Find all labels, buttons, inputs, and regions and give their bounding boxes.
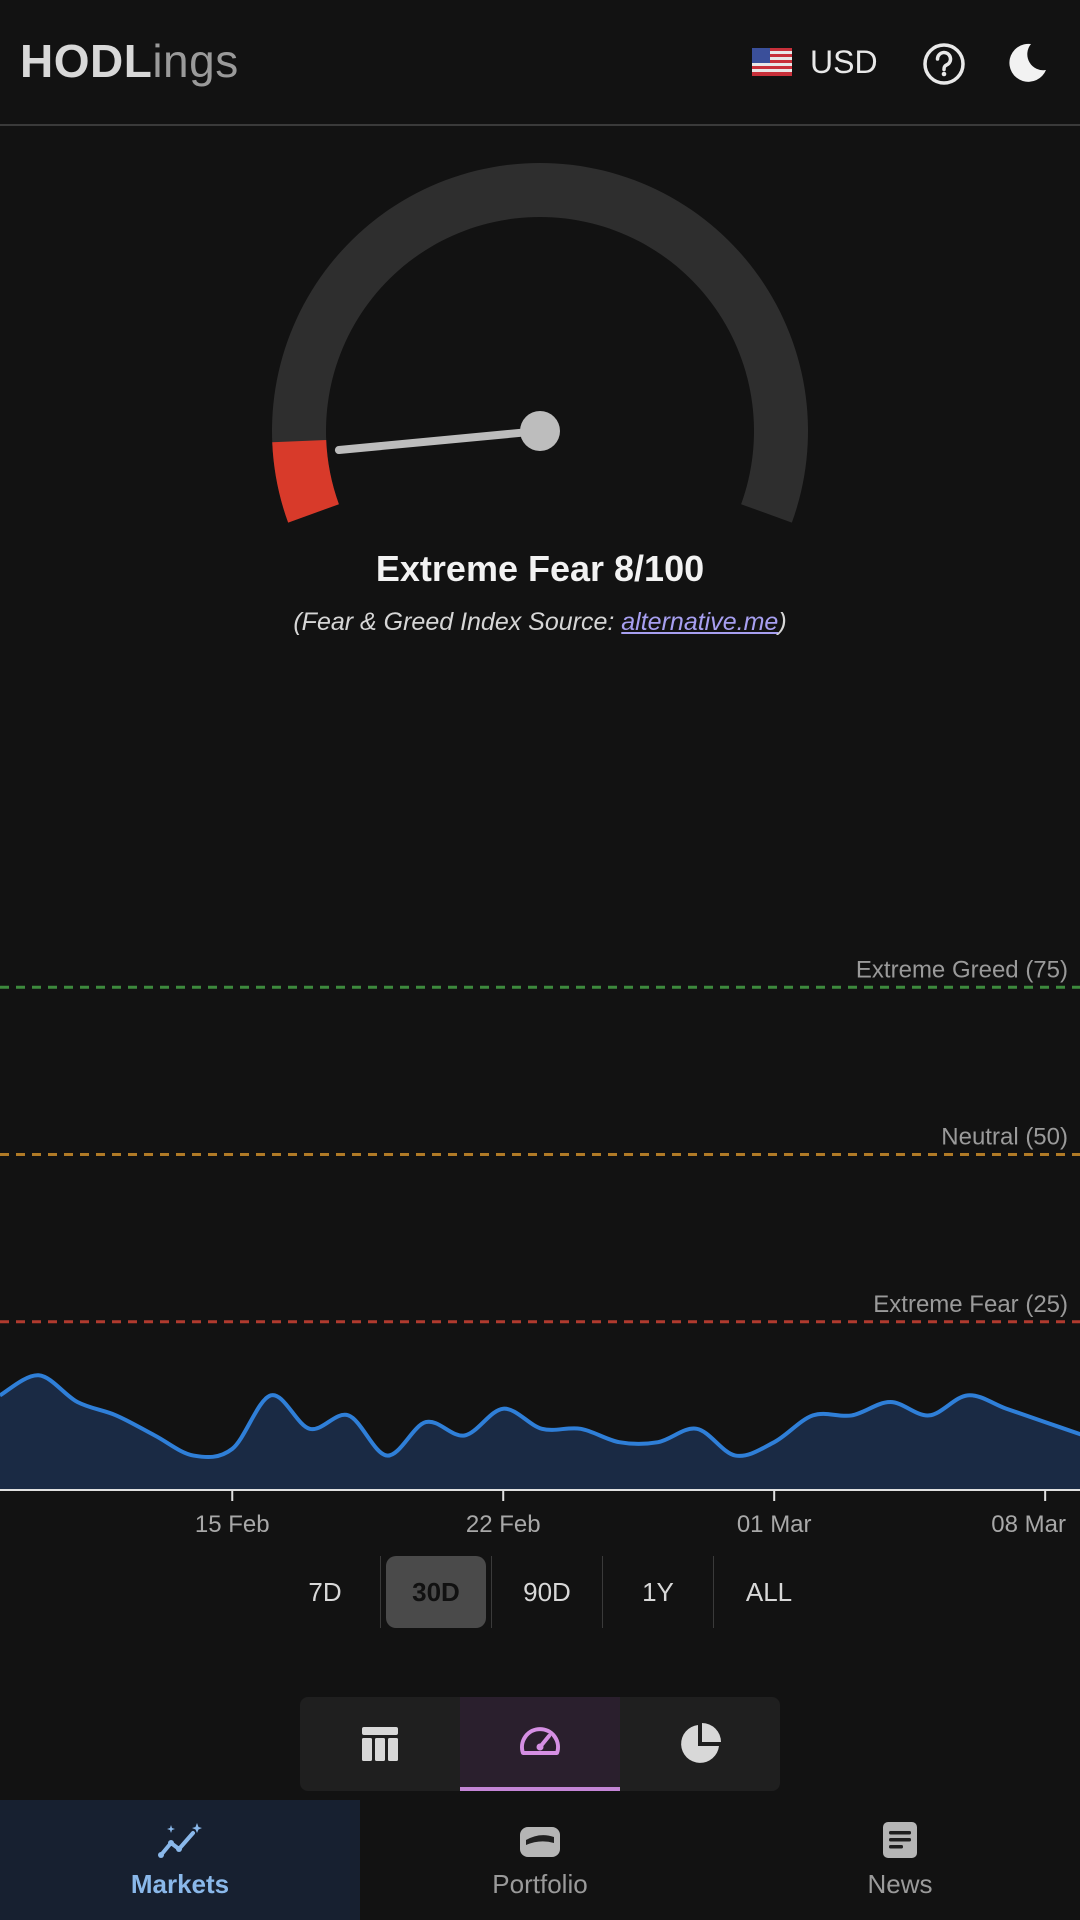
reference-label-0: Extreme Greed (75) <box>856 956 1068 983</box>
gauge-fill <box>272 439 339 523</box>
series-area <box>0 1375 1080 1489</box>
range-button-7d[interactable]: 7D <box>270 1556 380 1628</box>
fear-greed-history-chart: Extreme Greed (75) Neutral (50) Extreme Fe… <box>0 956 1080 1538</box>
pie-chart-icon <box>681 1723 721 1763</box>
app-header: HODLings USD <box>0 0 1080 126</box>
nav-item-news[interactable]: News <box>720 1800 1080 1920</box>
gauge-hub <box>520 411 560 451</box>
source-link[interactable]: alternative.me <box>621 608 778 636</box>
view-button-gauge[interactable] <box>460 1697 620 1791</box>
view-button-table[interactable] <box>300 1697 460 1791</box>
gauge-source: (Fear & Greed Index Source: alternative.… <box>0 608 1080 637</box>
reference-label-1: Neutral (50) <box>941 1124 1068 1151</box>
us-flag-icon <box>752 48 792 76</box>
currency-code: USD <box>810 43 878 80</box>
range-button-all[interactable]: ALL <box>714 1556 824 1628</box>
nav-label-markets: Markets <box>130 1868 230 1899</box>
markets-chart-icon <box>158 1822 202 1858</box>
logo-bold: HODL <box>20 35 153 87</box>
source-suffix: ) <box>778 608 787 636</box>
nav-label-news: News <box>867 1868 933 1899</box>
bottom-navigation: Markets Portfolio News <box>0 1800 1080 1920</box>
x-tick-label-1: 22 Feb <box>466 1511 541 1538</box>
wallet-icon <box>520 1826 560 1857</box>
x-tick-label-0: 15 Feb <box>195 1511 270 1538</box>
gauge-track <box>272 162 809 523</box>
app-logo[interactable]: HODLings <box>20 34 239 88</box>
x-tick-label-2: 01 Mar <box>737 1511 812 1538</box>
x-tick-label-3: 08 Mar <box>991 1511 1066 1538</box>
logo-light: ings <box>152 35 239 87</box>
moon-icon[interactable] <box>1004 40 1050 86</box>
fear-greed-gauge <box>272 162 809 523</box>
source-prefix: (Fear & Greed Index Source: <box>293 608 622 636</box>
reference-label-2: Extreme Fear (25) <box>873 1291 1068 1318</box>
range-button-1y[interactable]: 1Y <box>603 1556 713 1628</box>
view-button-pie[interactable] <box>620 1697 780 1791</box>
view-switch <box>300 1697 780 1791</box>
range-button-30d[interactable]: 30D <box>386 1556 486 1628</box>
range-selector: 7D 30D 90D 1Y ALL <box>270 1556 824 1628</box>
gauge-icon <box>520 1727 560 1755</box>
nav-item-markets[interactable]: Markets <box>0 1800 360 1920</box>
currency-selector[interactable]: USD <box>752 40 878 84</box>
range-button-90d[interactable]: 90D <box>492 1556 602 1628</box>
gauge-label: Extreme Fear 8/100 <box>375 548 705 589</box>
nav-item-portfolio[interactable]: Portfolio <box>360 1800 720 1920</box>
gauge-needle <box>334 427 544 455</box>
range-divider <box>380 1556 381 1628</box>
news-icon <box>883 1821 917 1858</box>
table-icon <box>362 1727 398 1761</box>
nav-label-portfolio: Portfolio <box>492 1868 588 1899</box>
help-circle-icon[interactable] <box>922 42 966 86</box>
